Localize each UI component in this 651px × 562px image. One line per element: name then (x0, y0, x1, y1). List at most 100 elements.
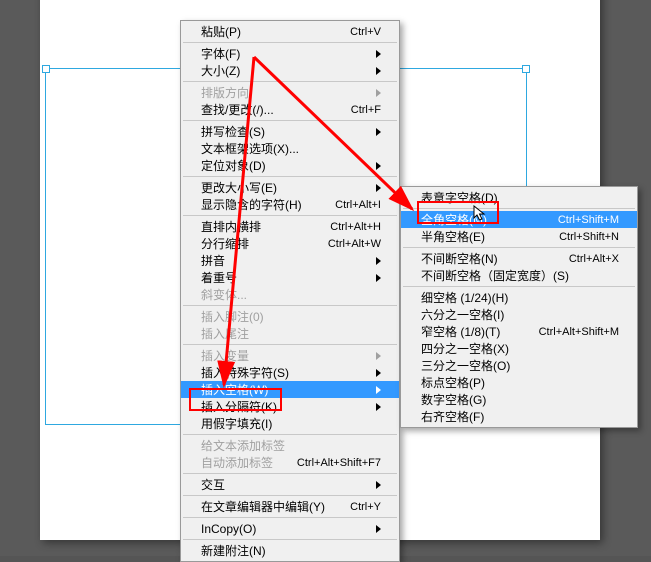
space-menu-item-数字空格g[interactable]: 数字空格(G) (401, 391, 637, 408)
menu-item-shortcut: Ctrl+Shift+N (559, 231, 619, 243)
main-menu-item-用假字填充i[interactable]: 用假字填充(I) (181, 415, 399, 432)
submenu-arrow-icon (376, 525, 381, 533)
menu-item-label: 查找/更改(/)... (201, 101, 351, 118)
space-menu-item-窄空格18t[interactable]: 窄空格 (1/8)(T)Ctrl+Alt+Shift+M (401, 323, 637, 340)
space-menu-item-表意字空格d[interactable]: 表意字空格(D) (401, 189, 637, 206)
main-menu-item-直排内横排[interactable]: 直排内横排Ctrl+Alt+H (181, 218, 399, 235)
menu-item-shortcut: Ctrl+Alt+I (335, 199, 381, 211)
menu-item-label: 着重号 (201, 269, 370, 286)
main-menu-item-定位对象d[interactable]: 定位对象(D) (181, 157, 399, 174)
menu-item-label: 不间断空格（固定宽度）(S) (421, 267, 619, 284)
submenu-arrow-icon (376, 50, 381, 58)
menu-item-label: 文本框架选项(X)... (201, 140, 381, 157)
main-menu-item-插入尾注: 插入尾注 (181, 325, 399, 342)
submenu-arrow-icon (376, 403, 381, 411)
main-menu-item-大小z[interactable]: 大小(Z) (181, 62, 399, 79)
main-menu-item-着重号[interactable]: 着重号 (181, 269, 399, 286)
main-menu-item-粘贴p[interactable]: 粘贴(P)Ctrl+V (181, 23, 399, 40)
context-menu-main: 粘贴(P)Ctrl+V字体(F)大小(Z)排版方向查找/更改(/)...Ctrl… (180, 20, 400, 562)
main-menu-separator (183, 176, 397, 177)
menu-item-label: 窄空格 (1/8)(T) (421, 323, 539, 340)
space-menu-item-右齐空格f[interactable]: 右齐空格(F) (401, 408, 637, 425)
main-menu-item-拼音[interactable]: 拼音 (181, 252, 399, 269)
main-menu-item-插入脚注0: 插入脚注(0) (181, 308, 399, 325)
submenu-arrow-icon (376, 257, 381, 265)
menu-item-label: 粘贴(P) (201, 23, 350, 40)
menu-item-shortcut: Ctrl+Shift+M (558, 214, 619, 226)
menu-item-shortcut: Ctrl+Alt+Shift+F7 (297, 457, 381, 469)
space-menu-item-不间断空格固定宽度s[interactable]: 不间断空格（固定宽度）(S) (401, 267, 637, 284)
space-menu-item-六分之一空格i[interactable]: 六分之一空格(I) (401, 306, 637, 323)
main-menu-item-文本框架选项x[interactable]: 文本框架选项(X)... (181, 140, 399, 157)
submenu-arrow-icon (376, 184, 381, 192)
menu-item-label: 拼音 (201, 252, 370, 269)
menu-item-shortcut: Ctrl+V (350, 26, 381, 38)
menu-item-label: 定位对象(D) (201, 157, 370, 174)
submenu-arrow-icon (376, 162, 381, 170)
context-menu-insert-space: 表意字空格(D)全角空格(M)Ctrl+Shift+M半角空格(E)Ctrl+S… (400, 186, 638, 428)
main-menu-separator (183, 495, 397, 496)
space-menu-separator (403, 208, 635, 209)
main-menu-separator (183, 42, 397, 43)
main-menu-separator (183, 215, 397, 216)
menu-item-label: 直排内横排 (201, 218, 330, 235)
menu-item-label: 交互 (201, 476, 370, 493)
menu-item-label: 半角空格(E) (421, 228, 559, 245)
main-menu-item-显示隐含的字符h[interactable]: 显示隐含的字符(H)Ctrl+Alt+I (181, 196, 399, 213)
space-menu-item-不间断空格n[interactable]: 不间断空格(N)Ctrl+Alt+X (401, 250, 637, 267)
main-menu-item-自动添加标签: 自动添加标签Ctrl+Alt+Shift+F7 (181, 454, 399, 471)
menu-item-label: 三分之一空格(O) (421, 357, 619, 374)
main-menu-separator (183, 305, 397, 306)
menu-item-label: 全角空格(M) (421, 211, 558, 228)
submenu-arrow-icon (376, 352, 381, 360)
space-menu-item-标点空格p[interactable]: 标点空格(P) (401, 374, 637, 391)
main-menu-separator (183, 517, 397, 518)
main-menu-item-拼写检查s[interactable]: 拼写检查(S) (181, 123, 399, 140)
main-menu-item-字体f[interactable]: 字体(F) (181, 45, 399, 62)
menu-item-label: 标点空格(P) (421, 374, 619, 391)
main-menu-item-查找更改[interactable]: 查找/更改(/)...Ctrl+F (181, 101, 399, 118)
main-menu-item-插入分隔符k[interactable]: 插入分隔符(K) (181, 398, 399, 415)
menu-item-label: 右齐空格(F) (421, 408, 619, 425)
menu-item-label: 自动添加标签 (201, 454, 297, 471)
menu-item-label: 在文章编辑器中编辑(Y) (201, 498, 350, 515)
menu-item-label: 细空格 (1/24)(H) (421, 289, 619, 306)
main-menu-separator (183, 120, 397, 121)
menu-item-label: 六分之一空格(I) (421, 306, 619, 323)
menu-item-label: 分行缩排 (201, 235, 328, 252)
menu-item-label: 四分之一空格(X) (421, 340, 619, 357)
main-menu-item-交互[interactable]: 交互 (181, 476, 399, 493)
menu-item-label: 更改大小写(E) (201, 179, 370, 196)
space-menu-item-四分之一空格x[interactable]: 四分之一空格(X) (401, 340, 637, 357)
menu-item-label: 插入空格(W) (201, 381, 370, 398)
main-menu-item-斜变体: 斜变体... (181, 286, 399, 303)
space-menu-item-三分之一空格o[interactable]: 三分之一空格(O) (401, 357, 637, 374)
menu-item-shortcut: Ctrl+F (351, 104, 381, 116)
submenu-arrow-icon (376, 369, 381, 377)
main-menu-item-在文章编辑器中编辑y[interactable]: 在文章编辑器中编辑(Y)Ctrl+Y (181, 498, 399, 515)
menu-item-shortcut: Ctrl+Alt+H (330, 221, 381, 233)
submenu-arrow-icon (376, 481, 381, 489)
main-menu-item-incopyo[interactable]: InCopy(O) (181, 520, 399, 537)
menu-item-label: 表意字空格(D) (421, 189, 619, 206)
main-menu-separator (183, 473, 397, 474)
menu-item-shortcut: Ctrl+Alt+Shift+M (539, 326, 619, 338)
main-menu-item-新建附注n[interactable]: 新建附注(N) (181, 542, 399, 559)
main-menu-separator (183, 434, 397, 435)
main-menu-item-给文本添加标签: 给文本添加标签 (181, 437, 399, 454)
space-menu-item-全角空格m[interactable]: 全角空格(M)Ctrl+Shift+M (401, 211, 637, 228)
menu-item-label: 插入变量 (201, 347, 370, 364)
main-menu-separator (183, 81, 397, 82)
main-menu-item-插入空格w[interactable]: 插入空格(W) (181, 381, 399, 398)
submenu-arrow-icon (376, 128, 381, 136)
space-menu-item-细空格124h[interactable]: 细空格 (1/24)(H) (401, 289, 637, 306)
main-menu-item-插入特殊字符s[interactable]: 插入特殊字符(S) (181, 364, 399, 381)
submenu-arrow-icon (376, 386, 381, 394)
menu-item-label: 字体(F) (201, 45, 370, 62)
main-menu-item-更改大小写e[interactable]: 更改大小写(E) (181, 179, 399, 196)
menu-item-label: 给文本添加标签 (201, 437, 381, 454)
space-menu-item-半角空格e[interactable]: 半角空格(E)Ctrl+Shift+N (401, 228, 637, 245)
main-menu-item-分行缩排[interactable]: 分行缩排Ctrl+Alt+W (181, 235, 399, 252)
menu-item-label: 显示隐含的字符(H) (201, 196, 335, 213)
menu-item-label: 插入尾注 (201, 325, 381, 342)
